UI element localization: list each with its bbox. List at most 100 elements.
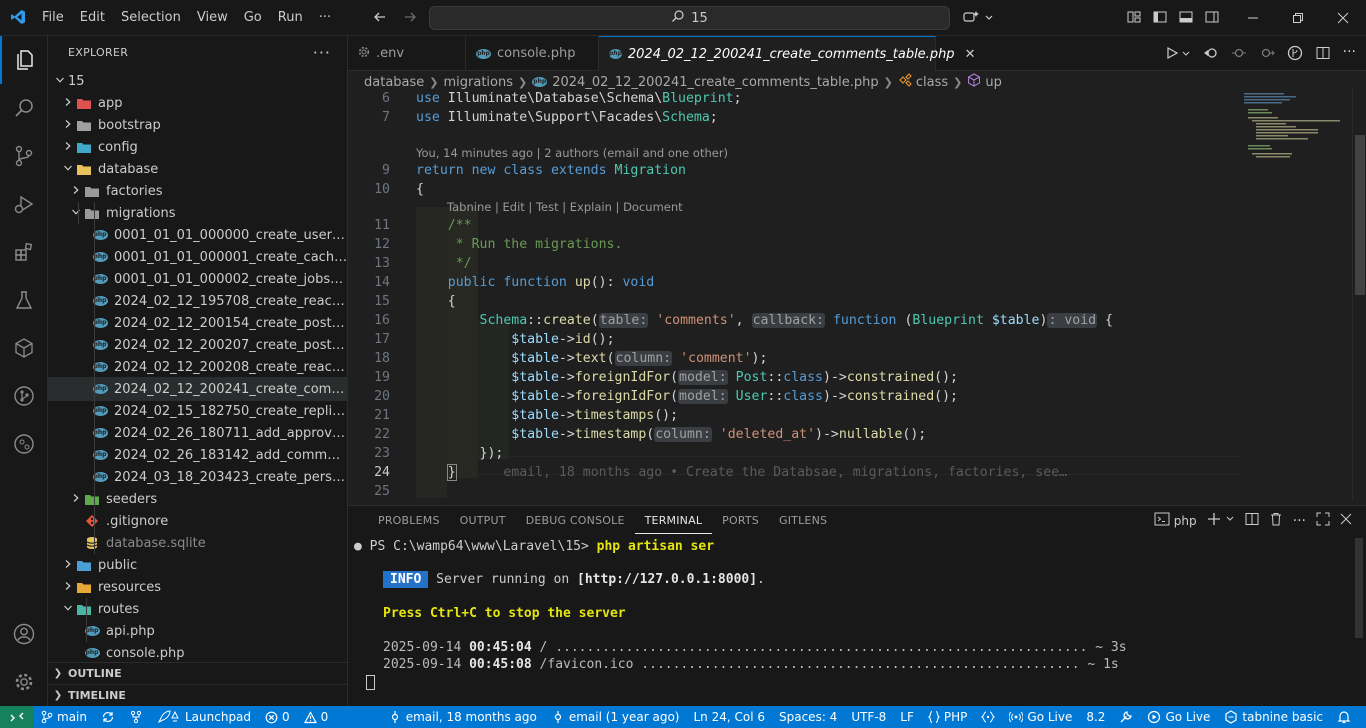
server-url[interactable]: [http://127.0.0.1:8000] — [577, 572, 757, 587]
back-arrow-icon[interactable] — [372, 9, 388, 29]
file-item[interactable]: php0001_01_01_000000_create_users_table.… — [48, 224, 347, 246]
run-file-icon[interactable] — [1165, 45, 1191, 65]
git-graph-icon[interactable] — [0, 420, 48, 468]
tab-ports[interactable]: PORTS — [712, 506, 769, 536]
outline-section[interactable]: ❯ OUTLINE — [48, 662, 347, 684]
explorer-more-actions[interactable]: ··· — [313, 36, 331, 70]
file-item[interactable]: php api.php — [48, 620, 347, 642]
code-line[interactable]: 15 { — [348, 292, 1238, 311]
code-line[interactable]: 23 }); — [348, 444, 1238, 463]
trash-icon[interactable] — [1269, 512, 1283, 529]
folder-item[interactable]: factories — [48, 180, 347, 202]
command-center-search[interactable]: 15 — [429, 6, 950, 30]
code-line[interactable]: 19 $table->foreignIdFor(model: Post::cla… — [348, 368, 1238, 387]
code-line[interactable]: 24 } email, 18 months ago • Create the D… — [348, 463, 1238, 482]
code-line[interactable]: 6 use Illuminate\Database\Schema\Blueprin… — [348, 89, 1238, 108]
status-item[interactable]: Ln 24, Col 6 — [686, 706, 772, 728]
status-item[interactable]: UTF-8 — [844, 706, 893, 728]
file-item[interactable]: php2024_02_12_200207_create_posts_table.… — [48, 334, 347, 356]
file-item[interactable]: php2024_03_18_203423_create_personal_acc… — [48, 466, 347, 488]
code-line[interactable]: 7 use Illuminate\Support\Facades\Schema; — [348, 108, 1238, 127]
status-item[interactable]: Spaces: 4 — [772, 706, 844, 728]
folder-item[interactable]: 15 — [48, 70, 347, 92]
terminal-shell-label[interactable]: php — [1174, 514, 1197, 528]
status-item[interactable]: Launchpad — [150, 706, 258, 728]
folder-item[interactable]: bootstrap — [48, 114, 347, 136]
folder-item[interactable]: config — [48, 136, 347, 158]
folder-item[interactable]: public — [48, 554, 347, 576]
file-item[interactable]: php console.php — [48, 642, 347, 664]
remote-indicator[interactable] — [0, 706, 34, 728]
maximize-panel-icon[interactable] — [1316, 512, 1330, 529]
close-icon[interactable] — [1320, 0, 1365, 36]
next-revision-icon[interactable] — [1259, 45, 1275, 65]
file-item[interactable]: php2024_02_26_183142_add_comment_to_reac… — [48, 444, 347, 466]
manage-gear-icon[interactable] — [0, 658, 48, 706]
scrollbar-thumb[interactable] — [1355, 135, 1365, 295]
menu-edit[interactable]: Edit — [72, 0, 113, 36]
status-item[interactable]: 0 — [258, 706, 297, 728]
forward-arrow-icon[interactable] — [402, 9, 418, 29]
status-item[interactable]: 0 — [297, 706, 336, 728]
chevron-down-icon[interactable] — [1225, 512, 1235, 529]
folder-item[interactable]: database — [48, 158, 347, 180]
tabnine-codelens[interactable]: Tabnine | Edit | Test | Explain | Docume… — [447, 198, 683, 217]
run-and-debug-icon[interactable] — [0, 180, 48, 228]
testing-flask-icon[interactable] — [0, 276, 48, 324]
editor-scrollbar[interactable] — [1352, 89, 1366, 500]
status-item[interactable] — [122, 706, 150, 728]
close-panel-icon[interactable] — [1340, 513, 1352, 528]
file-item[interactable]: php2024_02_15_182750_create_replies_tabl… — [48, 400, 347, 422]
breadcrumb-file[interactable]: 2024_02_12_200241_create_comments_table.… — [552, 75, 878, 90]
status-item[interactable]: Go Live — [1002, 706, 1079, 728]
file-item[interactable]: .gitignore — [48, 510, 347, 532]
tab-close-button[interactable]: ✕ — [965, 47, 976, 62]
minimap[interactable] — [1238, 89, 1350, 500]
code-line[interactable]: 25 — [348, 482, 1238, 500]
minimize-icon[interactable] — [1230, 0, 1275, 36]
toggle-primary-sidebar-icon[interactable] — [1152, 9, 1168, 29]
folder-item[interactable]: routes — [48, 598, 347, 620]
previous-revision-icon[interactable] — [1231, 45, 1247, 65]
status-item[interactable]: LF — [893, 706, 921, 728]
tab-env[interactable]: .env — [348, 36, 466, 71]
code-line[interactable]: 12 * Run the migrations. — [348, 235, 1238, 254]
tab-problems[interactable]: PROBLEMS — [368, 506, 450, 536]
terminal-cursor[interactable] — [366, 673, 375, 692]
folder-item[interactable]: resources — [48, 576, 347, 598]
extensions-icon[interactable] — [0, 228, 48, 276]
code-line[interactable]: 13 */ — [348, 254, 1238, 273]
toggle-secondary-sidebar-icon[interactable] — [1204, 9, 1220, 29]
new-terminal-icon[interactable] — [1207, 512, 1221, 529]
tab-debug-console[interactable]: DEBUG CONSOLE — [516, 506, 635, 536]
remote-explorer-icon[interactable] — [0, 324, 48, 372]
code-line[interactable]: 20 $table->foreignIdFor(model: User::cla… — [348, 387, 1238, 406]
file-item[interactable]: php2024_02_12_195708_create_reaction_typ… — [48, 290, 347, 312]
menu-selection[interactable]: Selection — [113, 0, 189, 36]
code-line[interactable]: 14 public function up(): void — [348, 273, 1238, 292]
tab-terminal[interactable]: TERMINAL — [634, 506, 713, 534]
file-item[interactable]: php2024_02_26_180711_add_approved_to_com… — [48, 422, 347, 444]
status-item[interactable]: email, 18 months ago — [381, 706, 544, 728]
breadcrumb-database[interactable]: database — [364, 75, 424, 90]
more-actions-icon[interactable]: ··· — [1343, 45, 1356, 65]
menu-file[interactable]: File — [34, 0, 72, 36]
tab-console-php[interactable]: php console.php — [466, 36, 599, 71]
file-item[interactable]: php0001_01_01_000002_create_jobs_table.p… — [48, 268, 347, 290]
accounts-icon[interactable] — [0, 610, 48, 658]
code-line[interactable]: 22 $table->timestamp(column: 'deleted_at… — [348, 425, 1238, 444]
scrollbar-thumb[interactable] — [1355, 538, 1363, 638]
status-item[interactable]: main — [34, 706, 94, 728]
customize-layout-icon[interactable] — [1126, 9, 1142, 29]
status-item[interactable]: 8.2 — [1079, 706, 1112, 728]
breadcrumb-class[interactable]: class — [916, 75, 948, 90]
more-actions-icon[interactable]: ··· — [1293, 513, 1306, 529]
menu-view[interactable]: View — [189, 0, 236, 36]
status-item[interactable]: tabnine basic — [1217, 706, 1330, 728]
status-item[interactable] — [1330, 706, 1358, 728]
code-line[interactable]: 18 $table->text(column: 'comment'); — [348, 349, 1238, 368]
status-item[interactable] — [974, 706, 1002, 728]
code-line[interactable]: 9 return new class extends Migration — [348, 161, 1238, 180]
source-control-icon[interactable] — [0, 132, 48, 180]
toggle-panel-icon[interactable] — [1178, 9, 1194, 29]
